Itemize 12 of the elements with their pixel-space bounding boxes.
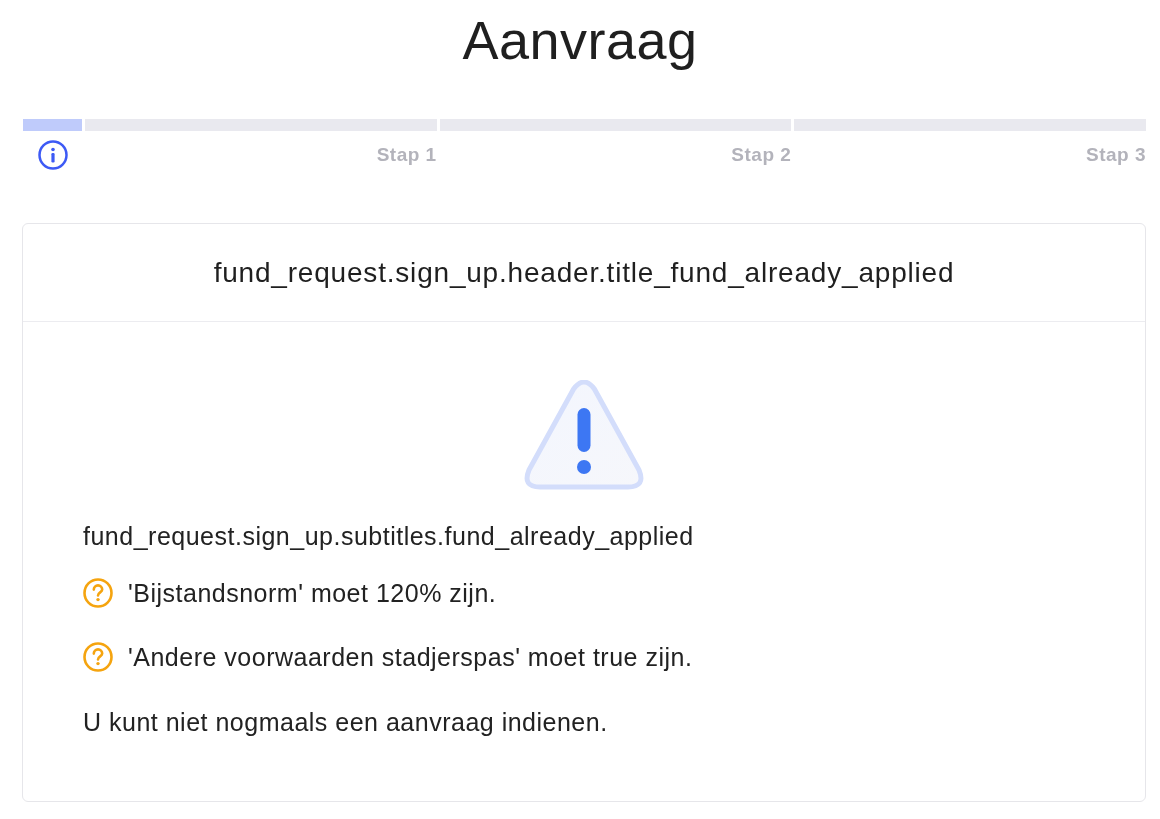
page-title: Aanvraag (462, 10, 698, 70)
requirement-text: 'Andere voorwaarden stadjerspas' moet true zijn. (128, 642, 693, 672)
card-title: fund_request.sign_up.header.title_fund_already_applied (213, 255, 955, 290)
notice-text: U kunt niet nogmaals een aanvraag indienen. (83, 707, 609, 737)
card-subtitle: fund_request.sign_up.subtitles.fund_already_applied (83, 521, 695, 551)
step-label[interactable]: Stap 1 (376, 141, 437, 169)
requirement-text: 'Bijstandsnorm' moet 120% zijn. (128, 578, 497, 608)
step-label[interactable]: Stap 2 (731, 141, 792, 169)
step-label[interactable]: Stap 3 (1086, 141, 1146, 169)
help-icon (83, 578, 113, 608)
warning-icon (524, 380, 644, 492)
help-icon (83, 642, 113, 672)
